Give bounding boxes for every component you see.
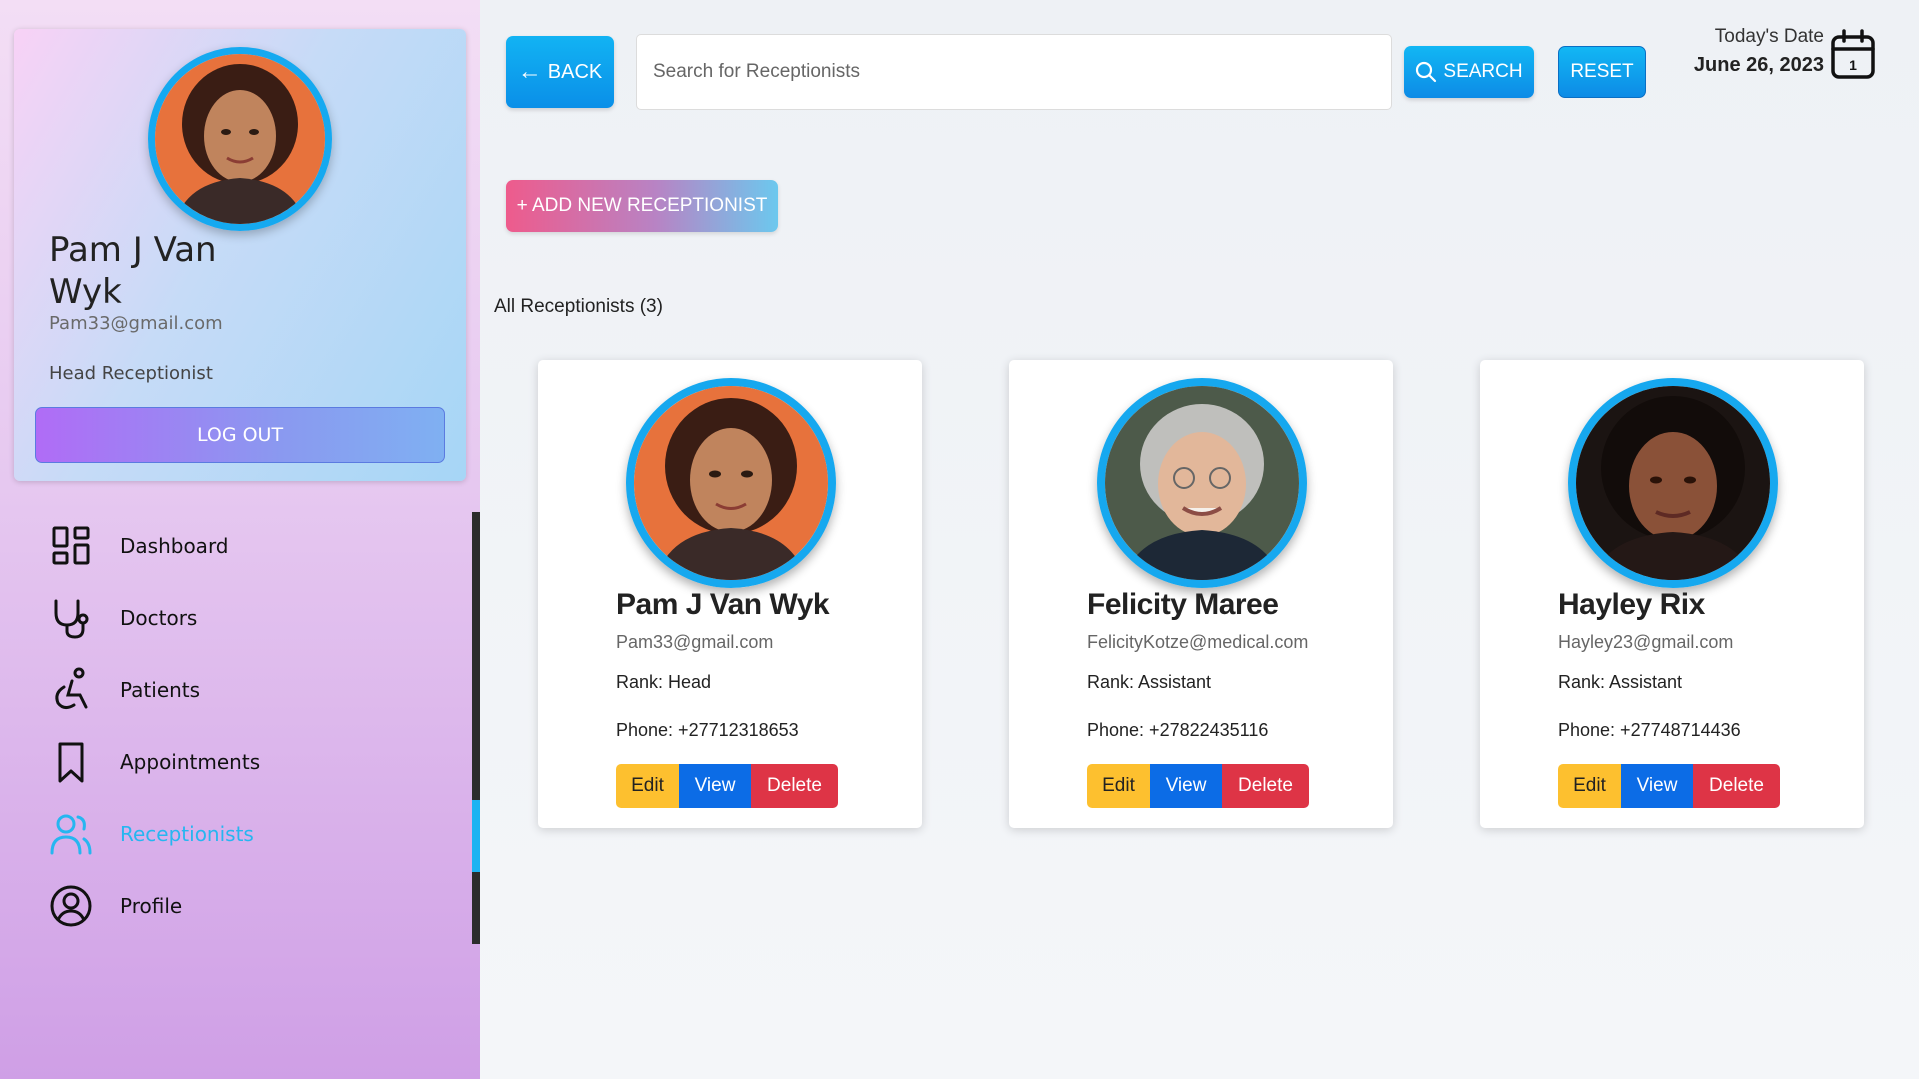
sidebar-item-label: Doctors — [120, 606, 198, 630]
stethoscope-icon — [54, 599, 89, 639]
receptionist-email: Pam33@gmail.com — [616, 632, 774, 652]
receptionist-name: Felicity Maree — [1087, 588, 1279, 621]
sidebar-item-label: Profile — [120, 894, 183, 918]
receptionist-card: Hayley Rix Hayley23@gmail.com Rank: Assi… — [1480, 360, 1864, 828]
receptionist-name: Hayley Rix — [1558, 588, 1705, 621]
receptionist-email: FelicityKotze@medical.com — [1087, 632, 1309, 652]
receptionist-rank: Rank: Head — [616, 672, 712, 692]
reset-button[interactable]: RESET — [1558, 46, 1646, 98]
card-actions: Edit View Delete — [1558, 764, 1780, 808]
sidebar-item-patients[interactable]: Patients — [48, 662, 200, 718]
bookmark-icon — [58, 742, 84, 783]
search-button[interactable]: SEARCH — [1404, 46, 1534, 98]
receptionist-phone: Phone: +27712318653 — [616, 720, 799, 740]
back-label: BACK — [547, 60, 603, 83]
date-value: June 26, 2023 — [1693, 54, 1824, 76]
profile-role: Head Receptionist — [49, 363, 213, 384]
sidebar-item-profile[interactable]: Profile — [48, 878, 182, 934]
calendar-day: 1 — [1849, 57, 1857, 73]
sidebar-item-appointments[interactable]: Appointments — [48, 734, 260, 790]
view-button[interactable]: View — [1621, 764, 1693, 808]
view-button[interactable]: View — [679, 764, 751, 808]
card-actions: Edit View Delete — [616, 764, 838, 808]
sidebar-scrollbar[interactable] — [472, 512, 480, 944]
sidebar-item-label: Dashboard — [120, 534, 229, 558]
receptionist-avatar — [1097, 378, 1307, 588]
profile-avatar — [148, 47, 332, 231]
profile-card: Pam J Van Wyk Pam33@gmail.com Head Recep… — [14, 29, 466, 481]
receptionist-name: Pam J Van Wyk — [616, 588, 830, 621]
sidebar-item-receptionists[interactable]: Receptionists — [48, 806, 254, 862]
sidebar-item-label: Appointments — [120, 750, 261, 774]
receptionist-phone: Phone: +27822435116 — [1087, 720, 1269, 740]
receptionist-rank: Rank: Assistant — [1558, 672, 1683, 692]
receptionist-email: Hayley23@gmail.com — [1558, 632, 1734, 652]
receptionist-card: Felicity Maree FelicityKotze@medical.com… — [1009, 360, 1393, 828]
receptionist-card: Pam J Van Wyk Pam33@gmail.com Rank: Head… — [538, 360, 922, 828]
search-icon — [1416, 61, 1437, 83]
wheelchair-icon — [55, 667, 88, 710]
delete-button[interactable]: Delete — [1693, 764, 1780, 808]
arrow-left-icon: ← — [517, 58, 542, 85]
sidebar: Pam J Van Wyk Pam33@gmail.com Head Recep… — [0, 0, 480, 1079]
user-circle-icon — [50, 885, 92, 927]
edit-button[interactable]: Edit — [1087, 764, 1150, 808]
profile-name: Pam J Van Wyk — [49, 230, 217, 312]
sidebar-scrollbar-thumb[interactable] — [472, 800, 480, 872]
delete-button[interactable]: Delete — [1222, 764, 1309, 808]
receptionist-phone: Phone: +27748714436 — [1558, 720, 1741, 740]
edit-button[interactable]: Edit — [1558, 764, 1621, 808]
search-label: SEARCH — [1443, 61, 1523, 82]
add-receptionist-button[interactable]: + ADD NEW RECEPTIONIST — [506, 180, 778, 232]
users-icon — [50, 814, 92, 855]
calendar-icon: 1 — [1831, 29, 1875, 79]
list-title: All Receptionists (3) — [494, 296, 663, 317]
delete-button[interactable]: Delete — [751, 764, 838, 808]
sidebar-item-dashboard[interactable]: Dashboard — [48, 518, 229, 574]
edit-button[interactable]: Edit — [616, 764, 679, 808]
profile-email: Pam33@gmail.com — [49, 313, 223, 334]
logout-button[interactable]: LOG OUT — [35, 407, 445, 463]
date-label: Today's Date — [1714, 26, 1824, 47]
back-button[interactable]: ← BACK — [506, 36, 614, 108]
receptionist-avatar — [626, 378, 836, 588]
receptionist-avatar — [1568, 378, 1778, 588]
card-actions: Edit View Delete — [1087, 764, 1309, 808]
sidebar-item-label: Receptionists — [120, 822, 254, 846]
sidebar-item-doctors[interactable]: Doctors — [48, 590, 197, 646]
view-button[interactable]: View — [1150, 764, 1222, 808]
dashboard-icon — [52, 526, 90, 565]
receptionist-rank: Rank: Assistant — [1087, 672, 1212, 692]
search-input[interactable] — [636, 34, 1392, 110]
sidebar-item-label: Patients — [120, 678, 201, 702]
